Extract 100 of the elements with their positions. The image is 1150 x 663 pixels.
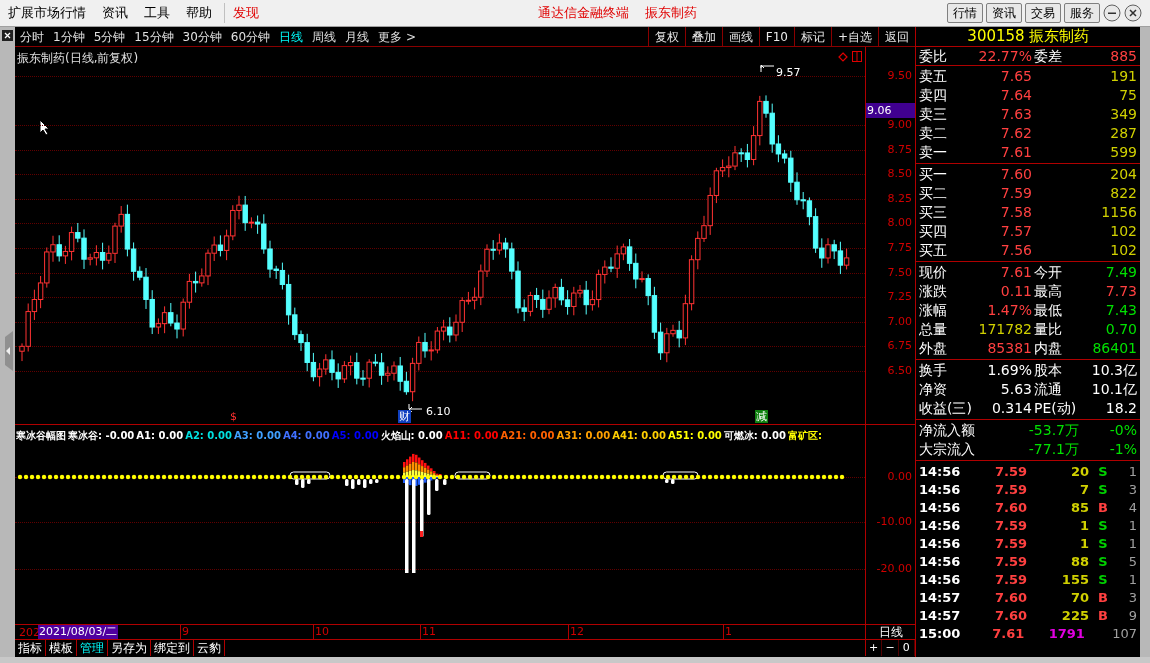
period-tab[interactable]: 5分钟 [93,27,126,46]
event-marker[interactable]: 财 [398,410,411,423]
period-tab[interactable]: 60分钟 [230,27,271,46]
formula-tab[interactable]: 管理 [77,640,108,656]
period-tab[interactable]: 周线 [312,27,337,46]
toolbar-button[interactable]: F10 [758,27,794,46]
close-icon[interactable] [1124,4,1142,22]
event-marker[interactable]: 减 [755,410,768,423]
price-tick: 8.75 [887,143,912,156]
row-label: 外盘 [919,339,948,358]
month-label: 9 [180,625,189,639]
toolbar-button[interactable]: 画线 [721,27,759,46]
formula-tab[interactable]: 模板 [46,640,77,656]
formula-tab[interactable]: 指标 [15,640,46,656]
trade-volume: 7 [1078,480,1089,499]
order-price: 7.64 [999,86,1032,105]
cursor-date-label: 2021/08/03/二 [38,625,119,639]
row-label: 今开 [1033,263,1063,282]
period-tab[interactable]: 日线 [279,27,304,46]
zoom-button[interactable]: + [866,640,883,656]
quote-value: 5.63 [999,380,1032,399]
period-tab[interactable]: 分时 [20,27,44,46]
order-price: 7.60 [999,165,1032,184]
toolbar-button[interactable]: 标记 [793,27,831,46]
toolbar-button[interactable]: +自选 [830,27,878,46]
month-label: 11 [420,625,436,639]
zoom-button[interactable]: 0 [898,640,915,656]
toolbar-button[interactable]: 叠加 [684,27,722,46]
period-tab[interactable]: 更多 > [378,27,416,46]
row-label: 涨幅 [919,301,948,320]
indicator-legend-item: 火焰山: 0.00 [380,429,443,443]
trade-time: 14:56 [919,552,962,571]
row-label: 大宗流入 [919,440,976,459]
formula-tab[interactable]: 云豹 [194,640,225,656]
close-icon[interactable] [2,30,13,41]
menu-item[interactable]: 扩展市场行情 [0,3,94,23]
toolbar-button[interactable]: 复权 [647,27,685,46]
row-label: 量比 [1033,320,1063,339]
row-label: 卖一 [919,143,948,162]
trade-volume: 88 [1069,552,1089,571]
quote-value: 7.43 [1105,302,1137,318]
trade-side: B [1098,607,1108,623]
minimize-icon[interactable] [1103,4,1121,22]
menu-item[interactable]: 工具 [136,3,178,23]
indicator-legend-item: A41: 0.00 [612,429,666,443]
row-label: 现价 [919,263,948,282]
indicator-legend-item: A3: 0.00 [234,429,281,443]
period-tab[interactable]: 30分钟 [182,27,222,46]
trade-side: B [1098,589,1108,605]
nav-button[interactable]: 资讯 [986,3,1022,23]
price-tick: 7.00 [887,315,912,328]
period-tab[interactable]: 15分钟 [134,27,174,46]
quote-value: 1.69% [986,361,1032,380]
trade-time: 14:57 [919,588,962,607]
order-volume: 191 [1109,67,1137,86]
menu-item[interactable]: 帮助 [178,3,220,23]
period-tab[interactable]: 1分钟 [53,27,85,46]
trade-count: 1 [1127,570,1137,589]
trade-volume: 155 [1060,570,1089,589]
trade-time: 14:56 [919,534,962,553]
indicator-legend-item: A2: 0.00 [185,429,233,443]
trade-price: 7.59 [993,516,1027,535]
period-tab[interactable]: 月线 [345,27,370,46]
indicator-tick: -10.00 [876,516,912,528]
price-tick: 8.25 [887,192,912,205]
trade-volume: 85 [1069,498,1089,517]
trade-count: 4 [1127,498,1137,517]
trade-side: S [1098,571,1108,587]
indicator-legend-item: A4: 0.00 [282,429,330,443]
trade-price: 7.59 [993,552,1027,571]
stock-title: 振东制药 [644,4,697,23]
nav-button[interactable]: 交易 [1025,3,1061,23]
nav-button[interactable]: 服务 [1064,3,1100,23]
row-label: 买五 [919,241,948,260]
trade-volume: 1 [1078,534,1089,553]
quote-value: 0.314 [990,399,1032,418]
window-icon[interactable] [852,51,862,62]
trade-side: S [1098,553,1108,569]
zoom-button[interactable]: − [882,640,899,656]
row-label: 买二 [919,184,948,203]
formula-tab[interactable]: 绑定到 [151,640,194,656]
cursor-icon [39,119,50,136]
row-label: 收益(三) [919,399,973,418]
diamond-icon[interactable] [838,52,848,62]
leader-line [760,64,775,73]
period-label: 日线 [878,625,903,639]
trade-time: 14:56 [919,480,962,499]
menu-item[interactable]: 资讯 [94,3,136,23]
quote-value: 18.2 [1104,399,1137,418]
row-label: 股本 [1033,361,1063,380]
trade-volume: 1 [1078,516,1089,535]
row-label: 最高 [1033,282,1063,301]
nav-button[interactable]: 行情 [947,3,983,23]
trade-time: 14:56 [919,516,962,535]
indicator-legend-item: A31: 0.00 [556,429,611,443]
event-marker[interactable]: $ [230,410,237,423]
panel-handle-icon[interactable] [2,331,13,371]
formula-tab[interactable]: 另存为 [108,640,151,656]
price-tick: 9.50 [887,70,912,82]
trade-volume: 225 [1060,606,1089,625]
